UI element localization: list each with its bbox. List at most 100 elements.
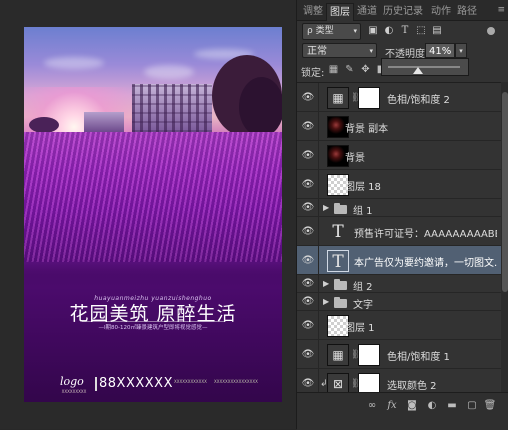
visibility-eye-icon[interactable]: 👁: [300, 90, 316, 106]
blend-mode-select[interactable]: 正常 ▾: [302, 43, 377, 58]
tree: [29, 117, 59, 133]
poster-fineprint-left: XXXXXXXXXXXX: [174, 379, 207, 384]
visibility-eye-icon[interactable]: 👁: [300, 224, 316, 240]
column-divider: [318, 217, 319, 245]
opacity-slider-popup[interactable]: [381, 58, 469, 76]
opacity-slider-thumb[interactable]: [412, 67, 423, 74]
link-icon[interactable]: ∞: [365, 399, 379, 413]
layer-mask-thumbnail[interactable]: [358, 86, 380, 109]
column-divider: [318, 199, 319, 216]
visibility-eye-icon[interactable]: 👁: [300, 119, 316, 135]
tab-paths[interactable]: 路径: [454, 3, 480, 20]
layer-name[interactable]: 色相/饱和度 2: [387, 91, 450, 106]
opacity-dropdown-button[interactable]: ▾: [455, 43, 467, 58]
layers-scrollbar-thumb[interactable]: [502, 92, 508, 292]
layer-name[interactable]: 组 1: [353, 202, 373, 217]
blend-mode-value: 正常: [307, 46, 327, 57]
layer-name[interactable]: 文字: [353, 296, 373, 311]
building: [132, 84, 212, 132]
poster-subtitle: —I期80-120㎡臻景建筑户型即将视觉感觉—: [98, 325, 208, 331]
lock-position-icon[interactable]: ✥: [360, 64, 371, 75]
visibility-eye-icon[interactable]: 👁: [300, 253, 316, 269]
layers-list: 👁 ▦ ⛓ 色相/饱和度 2 👁 背景 副本 👁 背景 👁 图层 18 👁 ▶ 组 1 👁 T 预售许可证号：…: [297, 82, 508, 393]
lock-transparency-icon[interactable]: ▦: [328, 64, 339, 75]
visibility-eye-icon[interactable]: 👁: [300, 177, 316, 193]
lock-label: 锁定:: [301, 68, 325, 79]
poster-logo: logo: [60, 375, 84, 388]
cloud: [44, 57, 104, 69]
visibility-eye-icon[interactable]: 👁: [300, 200, 316, 216]
layer-row[interactable]: 👁 ↲ ⊠ ⛓ 选取颜色 2: [297, 369, 501, 393]
opacity-input[interactable]: 41%: [425, 43, 455, 58]
layer-row[interactable]: 👁 ▶ 文字: [297, 293, 501, 311]
tab-adjustments[interactable]: 调整: [300, 3, 326, 20]
layer-row[interactable]: 👁 图层 1: [297, 311, 501, 340]
tab-actions[interactable]: 动作: [428, 3, 454, 20]
expand-arrow-icon[interactable]: ▶: [323, 279, 329, 288]
folder-icon[interactable]: ▬: [445, 399, 459, 413]
layer-row[interactable]: 👁 T 本广告仅为要约邀请，一切图文...: [297, 246, 501, 275]
layer-name[interactable]: 预售许可证号：AAAAAAAAABBBBB...: [354, 225, 497, 240]
adjustment-thumbnail-icon[interactable]: ▦: [327, 343, 349, 366]
adjustment-icon[interactable]: ◐: [425, 399, 439, 413]
layer-name[interactable]: 背景 副本: [345, 120, 388, 135]
layer-name[interactable]: 本广告仅为要约邀请，一切图文...: [354, 254, 497, 269]
panel-menu-icon[interactable]: ≡: [497, 5, 505, 15]
cloud: [144, 65, 194, 79]
column-divider: [318, 112, 319, 140]
layer-name[interactable]: 背景: [345, 149, 365, 164]
layer-name[interactable]: 图层 1: [345, 319, 375, 334]
adjustment-thumbnail-icon[interactable]: ▦: [327, 86, 349, 109]
visibility-eye-icon[interactable]: 👁: [300, 276, 316, 292]
filter-type-select[interactable]: ρ 类型 ▾: [302, 23, 361, 40]
column-divider: [318, 311, 319, 339]
mask-icon[interactable]: ◙: [405, 399, 419, 413]
layer-row[interactable]: 👁 T 预售许可证号：AAAAAAAAABBBBB...: [297, 217, 501, 246]
layer-name[interactable]: 选取颜色 2: [387, 377, 437, 392]
lock-pixels-icon[interactable]: ✎: [344, 64, 355, 75]
text-layer-icon[interactable]: T: [327, 221, 349, 243]
tab-channels[interactable]: 通道: [354, 3, 380, 20]
fx-icon[interactable]: fx: [385, 399, 399, 413]
layer-row[interactable]: 👁 背景 副本: [297, 112, 501, 141]
tab-history[interactable]: 历史记录: [380, 3, 426, 20]
adjustment-thumbnail-icon[interactable]: ⊠: [327, 372, 349, 393]
layer-name[interactable]: 图层 18: [345, 178, 381, 193]
layer-row[interactable]: 👁 ▦ ⛓ 色相/饱和度 1: [297, 340, 501, 369]
layer-name[interactable]: 组 2: [353, 278, 373, 293]
visibility-eye-icon[interactable]: 👁: [300, 294, 316, 310]
filter-adjustment-icon[interactable]: ◐: [383, 25, 395, 37]
layer-row[interactable]: 👁 ▶ 组 2: [297, 275, 501, 293]
layers-panel: 调整 图层 通道 历史记录 动作 路径 ≡ ρ 类型 ▾ ▣ ◐ T ⬚ ▤ 正…: [296, 0, 508, 430]
layer-row[interactable]: 👁 图层 18: [297, 170, 501, 199]
filter-smart-object-icon[interactable]: ▤: [431, 25, 443, 37]
filter-shape-icon[interactable]: ⬚: [415, 25, 427, 37]
filter-pixel-icon[interactable]: ▣: [367, 25, 379, 37]
expand-arrow-icon[interactable]: ▶: [323, 297, 329, 306]
visibility-eye-icon[interactable]: 👁: [300, 318, 316, 334]
layer-row[interactable]: 👁 ▦ ⛓ 色相/饱和度 2: [297, 83, 501, 112]
expand-arrow-icon[interactable]: ▶: [323, 203, 329, 212]
new-layer-icon[interactable]: ▢: [465, 399, 479, 413]
text-layer-icon[interactable]: T: [327, 249, 349, 272]
column-divider: [318, 369, 319, 393]
chevron-down-icon: ▾: [353, 27, 357, 35]
layers-scrollbar[interactable]: [501, 82, 508, 392]
tab-layers[interactable]: 图层: [326, 3, 354, 21]
layer-row[interactable]: 👁 ▶ 组 1: [297, 199, 501, 217]
visibility-eye-icon[interactable]: 👁: [300, 148, 316, 164]
layer-mask-thumbnail[interactable]: [358, 343, 380, 366]
filter-toggle-icon[interactable]: [487, 27, 495, 35]
opacity-slider-track[interactable]: [388, 66, 460, 68]
layer-mask-thumbnail[interactable]: [358, 372, 380, 393]
poster-artwork: huayuanmeizhu yuanzuishenghuo 花园美筑 原醉生活 …: [24, 27, 282, 402]
visibility-eye-icon[interactable]: 👁: [300, 347, 316, 363]
column-divider: [318, 141, 319, 169]
document-canvas[interactable]: huayuanmeizhu yuanzuishenghuo 花园美筑 原醉生活 …: [0, 0, 296, 429]
trash-icon[interactable]: 🗑: [483, 399, 497, 413]
column-divider: [318, 275, 319, 292]
filter-text-icon[interactable]: T: [399, 25, 411, 37]
layer-name[interactable]: 色相/饱和度 1: [387, 348, 450, 363]
layer-row[interactable]: 👁 背景: [297, 141, 501, 170]
visibility-eye-icon[interactable]: 👁: [300, 376, 316, 392]
